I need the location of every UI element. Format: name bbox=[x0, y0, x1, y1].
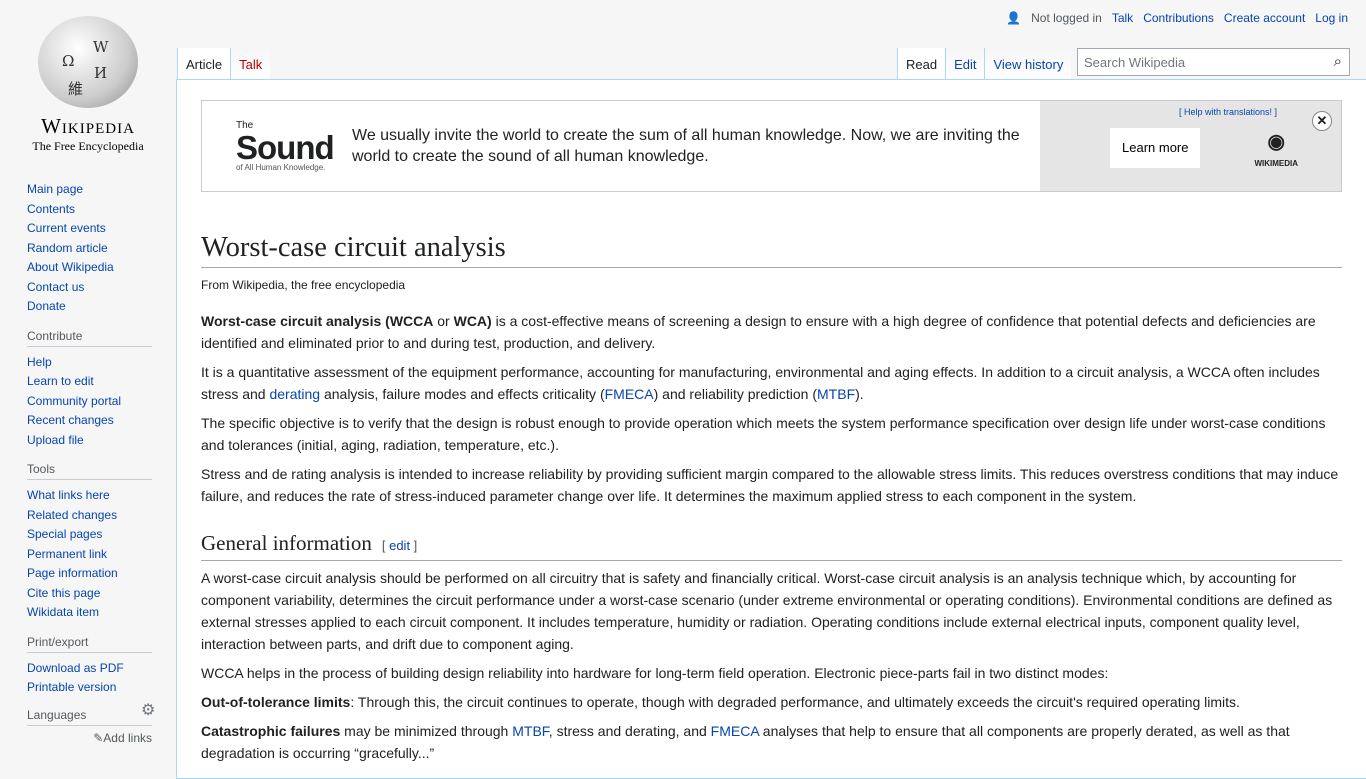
portal-heading: Print/export bbox=[27, 635, 152, 653]
sidebar-item-related-changes[interactable]: Related changes bbox=[27, 506, 176, 526]
paragraph: Worst-case circuit analysis (WCCA or WCA… bbox=[201, 313, 1316, 351]
user-icon: 👤 bbox=[1006, 11, 1022, 25]
sidebar-item-learn-to-edit[interactable]: Learn to edit bbox=[27, 372, 176, 392]
sidebar-item-permanent-link[interactable]: Permanent link bbox=[27, 545, 176, 565]
sidebar-item-community-portal[interactable]: Community portal bbox=[27, 392, 176, 412]
paragraph: Out-of-tolerance limits: Through this, t… bbox=[201, 694, 1240, 710]
sidebar-item-contents[interactable]: Contents bbox=[27, 200, 176, 220]
sidebar-item-current-events[interactable]: Current events bbox=[27, 219, 176, 239]
portal-heading: Languages bbox=[27, 708, 152, 726]
tab-talk[interactable]: Talk bbox=[230, 48, 271, 79]
portal-heading: Contribute bbox=[27, 329, 152, 347]
sidebar-item-upload-file[interactable]: Upload file bbox=[27, 431, 176, 451]
paragraph: The specific objective is to verify that… bbox=[201, 415, 1326, 453]
link-mtbf[interactable]: MTBF bbox=[512, 723, 549, 739]
close-icon[interactable]: ✕ bbox=[1312, 111, 1332, 131]
link-derating[interactable]: derating bbox=[269, 386, 320, 402]
paragraph: Catastrophic failures may be minimized t… bbox=[201, 723, 1290, 761]
tools-portal: Tools What links here Related changes Sp… bbox=[27, 462, 176, 623]
sidebar-item-main-page[interactable]: Main page bbox=[27, 180, 176, 200]
namespace-tabs: Article Talk bbox=[177, 48, 271, 79]
login-link[interactable]: Log in bbox=[1315, 11, 1348, 25]
link-fmeca[interactable]: FMECA bbox=[605, 386, 654, 402]
help-translations-link[interactable]: [ Help with translations! ] bbox=[1179, 101, 1277, 123]
talk-link[interactable]: Talk bbox=[1112, 11, 1133, 25]
sound-logo: The Sound of All Human Knowledge. bbox=[236, 120, 335, 172]
wikimedia-logo: ◉ WIKIMEDIA bbox=[1254, 131, 1298, 168]
gear-icon[interactable]: ⚙ bbox=[141, 700, 155, 720]
sidebar-item-help[interactable]: Help bbox=[27, 353, 176, 373]
personal-tools: 👤 Not logged in Talk Contributions Creat… bbox=[1006, 11, 1348, 25]
tab-edit[interactable]: Edit bbox=[945, 48, 985, 79]
nav-portal: Main page Contents Current events Random… bbox=[27, 180, 176, 317]
sidebar-item-recent-changes[interactable]: Recent changes bbox=[27, 411, 176, 431]
search-icon[interactable]: ⌕ bbox=[1334, 53, 1342, 70]
sidebar-item-cite[interactable]: Cite this page bbox=[27, 584, 176, 604]
banner-message: We usually invite the world to create th… bbox=[352, 127, 1020, 165]
content: The Sound of All Human Knowledge. We usu… bbox=[176, 79, 1366, 779]
paragraph: WCCA helps in the process of building de… bbox=[201, 665, 1109, 681]
tab-read[interactable]: Read bbox=[897, 48, 946, 79]
portal-heading: Tools bbox=[27, 462, 152, 480]
paragraph: It is a quantitative assessment of the e… bbox=[201, 364, 1320, 402]
edit-section-link[interactable]: edit bbox=[389, 538, 410, 553]
site-sub: From Wikipedia, the free encyclopedia bbox=[201, 278, 406, 292]
search-input[interactable]: Search Wikipedia ⌕ bbox=[1077, 48, 1350, 76]
sidebar-item-printable[interactable]: Printable version bbox=[27, 678, 176, 698]
sidebar: Main page Contents Current events Random… bbox=[0, 180, 176, 756]
sidebar-item-download-pdf[interactable]: Download as PDF bbox=[27, 659, 176, 679]
puzzle-globe-icon: ΩWИ維 bbox=[38, 16, 138, 108]
pencil-icon: ✎ bbox=[93, 730, 104, 745]
tagline: The Free Encyclopedia bbox=[32, 139, 144, 153]
paragraph: Stress and de rating analysis is intende… bbox=[201, 466, 1339, 504]
sidebar-item-what-links-here[interactable]: What links here bbox=[27, 486, 176, 506]
page-title: Worst-case circuit analysis bbox=[201, 230, 1342, 268]
not-logged-in: Not logged in bbox=[1031, 11, 1102, 25]
wordmark: Wikipedia bbox=[41, 114, 135, 138]
view-tabs: Read Edit View history bbox=[897, 48, 1072, 79]
section-heading: General information[ edit ] bbox=[201, 529, 1342, 561]
link-fmeca[interactable]: FMECA bbox=[711, 723, 759, 739]
create-account-link[interactable]: Create account bbox=[1224, 11, 1305, 25]
add-links[interactable]: ✎Add links bbox=[27, 732, 152, 744]
sidebar-item-contact[interactable]: Contact us bbox=[27, 278, 176, 298]
contribute-portal: Contribute Help Learn to edit Community … bbox=[27, 329, 176, 451]
sidebar-item-random-article[interactable]: Random article bbox=[27, 239, 176, 259]
sidebar-item-special-pages[interactable]: Special pages bbox=[27, 525, 176, 545]
section-edit: [ edit ] bbox=[381, 538, 418, 553]
tab-view-history[interactable]: View history bbox=[984, 48, 1072, 79]
link-mtbf[interactable]: MTBF bbox=[817, 386, 855, 402]
fundraising-banner: The Sound of All Human Knowledge. We usu… bbox=[201, 100, 1342, 192]
print-portal: Print/export Download as PDF Printable v… bbox=[27, 635, 176, 698]
tab-article[interactable]: Article bbox=[177, 48, 231, 79]
sidebar-item-about[interactable]: About Wikipedia bbox=[27, 258, 176, 278]
learn-more-button[interactable]: Learn more bbox=[1110, 128, 1201, 168]
sidebar-item-page-information[interactable]: Page information bbox=[27, 564, 176, 584]
wikipedia-logo[interactable]: ΩWИ維 Wikipedia The Free Encyclopedia bbox=[0, 0, 176, 160]
sidebar-item-donate[interactable]: Donate bbox=[27, 297, 176, 317]
sidebar-item-wikidata[interactable]: Wikidata item bbox=[27, 603, 176, 623]
languages-portal: Languages ⚙ ✎Add links bbox=[27, 702, 176, 744]
banner-side: [ Help with translations! ] Learn more ◉… bbox=[1040, 101, 1341, 191]
paragraph: A worst-case circuit analysis should be … bbox=[201, 570, 1333, 652]
contributions-link[interactable]: Contributions bbox=[1143, 11, 1214, 25]
